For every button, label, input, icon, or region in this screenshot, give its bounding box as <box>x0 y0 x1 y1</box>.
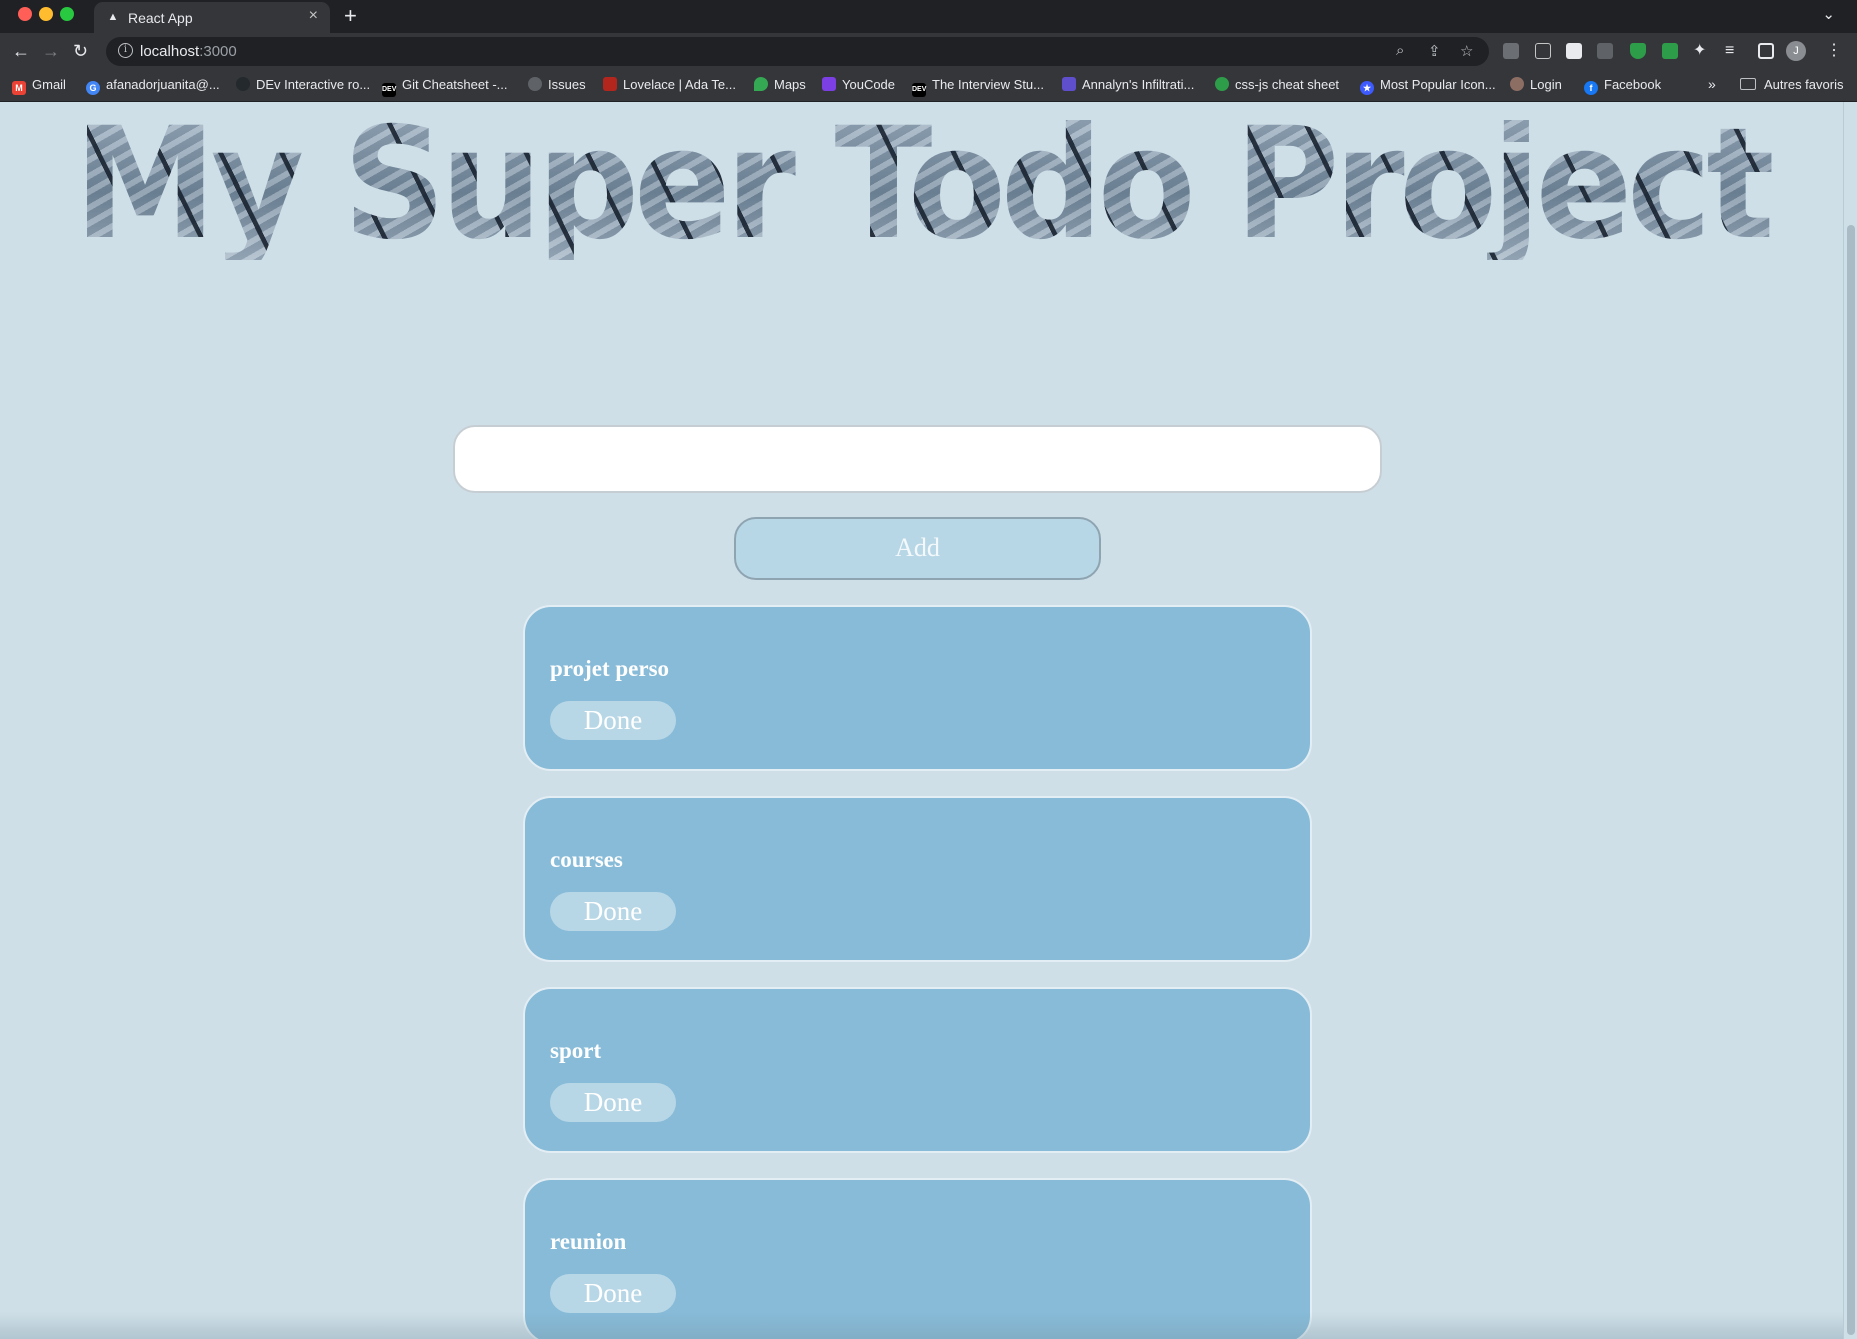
bookmark-item[interactable]: DEV Git Cheatsheet -... <box>382 77 508 97</box>
todo-title: courses <box>550 847 623 872</box>
bookmark-item[interactable]: YouCode <box>822 77 895 92</box>
todo-card: sport Done <box>523 987 1312 1153</box>
github-icon <box>236 77 250 91</box>
todo-card: projet perso Done <box>523 605 1312 771</box>
done-button[interactable]: Done <box>550 892 676 931</box>
bookmark-item[interactable]: Gafanadorjuanita@... <box>86 77 220 95</box>
zoom-icon[interactable]: ⌕ <box>1396 42 1404 59</box>
tab-title: React App <box>128 10 193 26</box>
close-tab-icon[interactable]: × <box>309 7 318 25</box>
youcode-icon <box>822 77 836 91</box>
done-button[interactable]: Done <box>550 1274 676 1313</box>
globe-icon <box>528 77 542 91</box>
minimize-window-button[interactable] <box>39 7 53 21</box>
dev-icon: DEV <box>382 83 396 97</box>
reload-icon[interactable]: ↻ <box>73 40 88 62</box>
bookmark-item[interactable]: Annalyn's Infiltrati... <box>1062 77 1194 92</box>
extension-4-icon[interactable] <box>1597 43 1613 59</box>
page-title: My Super Todo Project <box>64 110 1779 260</box>
ada-icon <box>603 77 617 91</box>
share-icon[interactable]: ⇪ <box>1428 42 1441 60</box>
react-favicon-icon: ▲ <box>107 11 119 23</box>
other-bookmarks[interactable]: Autres favoris <box>1740 77 1843 92</box>
bookmark-item[interactable]: DEV The Interview Stu... <box>912 77 1044 97</box>
page-viewport: My Super Todo Project Add projet perso D… <box>0 102 1857 1339</box>
bottom-shadow <box>0 1312 1843 1339</box>
bookmarks-bar: M Gmail Gafanadorjuanita@... DEv Interact… <box>0 70 1857 102</box>
toolbar: ← → ↻ i localhost:3000 ⌕ ⇪ ☆ ✦ ≡ J ⋮ <box>0 33 1857 70</box>
url-host: localhost <box>140 43 200 60</box>
tab-search-chevron-icon[interactable]: ⌄ <box>1822 5 1835 23</box>
shield-extension-icon[interactable] <box>1630 43 1646 59</box>
bookmark-item[interactable]: f Facebook <box>1584 77 1661 95</box>
extension-2-icon[interactable] <box>1535 43 1551 59</box>
close-window-button[interactable] <box>18 7 32 21</box>
mascot-icon <box>1510 77 1524 91</box>
maps-icon <box>754 77 768 91</box>
more-bookmarks-chevron-icon[interactable]: » <box>1708 76 1716 92</box>
back-icon[interactable]: ← <box>12 40 30 62</box>
maximize-window-button[interactable] <box>60 7 74 21</box>
leaf-icon <box>1215 77 1229 91</box>
browser-menu-icon[interactable]: ⋮ <box>1826 40 1842 60</box>
todo-title: sport <box>550 1038 602 1063</box>
extension-6-icon[interactable] <box>1662 43 1678 59</box>
bookmark-item[interactable]: ★ Most Popular Icon... <box>1360 77 1496 95</box>
site-info-icon[interactable]: i <box>118 43 133 58</box>
todo-title: projet perso <box>550 656 670 681</box>
facebook-icon: f <box>1584 81 1598 95</box>
bookmark-item[interactable]: Issues <box>528 77 586 92</box>
bookmark-item[interactable]: Lovelace | Ada Te... <box>603 77 736 92</box>
new-tab-icon[interactable]: + <box>344 4 357 28</box>
bookmark-item[interactable]: M Gmail <box>12 77 66 95</box>
forward-icon[interactable]: → <box>42 40 60 62</box>
todo-input[interactable] <box>453 425 1382 493</box>
tab-react-app[interactable]: ▲ React App × <box>94 2 330 33</box>
tab-strip: ▲ React App × + ⌄ <box>0 0 1857 33</box>
google-icon: G <box>86 81 100 95</box>
gmail-icon: M <box>12 81 26 95</box>
todo-card: courses Done <box>523 796 1312 962</box>
bookmark-item[interactable]: Login <box>1510 77 1562 92</box>
url-port: :3000 <box>199 43 237 60</box>
profile-avatar[interactable]: J <box>1786 41 1806 61</box>
reading-list-icon[interactable]: ≡ <box>1725 40 1734 62</box>
address-bar[interactable]: i localhost:3000 ⌕ ⇪ ☆ <box>106 37 1489 66</box>
bookmark-item[interactable]: css-js cheat sheet <box>1215 77 1339 92</box>
side-panel-icon[interactable] <box>1758 43 1774 59</box>
extensions-puzzle-icon[interactable]: ✦ <box>1693 40 1706 62</box>
scrollbar-thumb[interactable] <box>1847 225 1855 1335</box>
url-text[interactable]: localhost:3000 <box>140 43 237 60</box>
exercism-icon <box>1062 77 1076 91</box>
folder-icon <box>1740 78 1756 90</box>
dev-icon: DEV <box>912 83 926 97</box>
vertical-scrollbar[interactable] <box>1843 102 1857 1339</box>
bookmark-item[interactable]: Maps <box>754 77 806 92</box>
done-button[interactable]: Done <box>550 1083 676 1122</box>
extension-3-icon[interactable] <box>1566 43 1582 59</box>
add-button[interactable]: Add <box>734 517 1101 580</box>
star-icon: ★ <box>1360 81 1374 95</box>
todo-title: reunion <box>550 1229 627 1254</box>
bookmark-item[interactable]: DEv Interactive ro... <box>236 77 370 92</box>
done-button[interactable]: Done <box>550 701 676 740</box>
browser-chrome: ▲ React App × + ⌄ ← → ↻ i localhost:3000… <box>0 0 1857 102</box>
bookmark-star-icon[interactable]: ☆ <box>1460 42 1473 60</box>
extension-1-icon[interactable] <box>1503 43 1519 59</box>
